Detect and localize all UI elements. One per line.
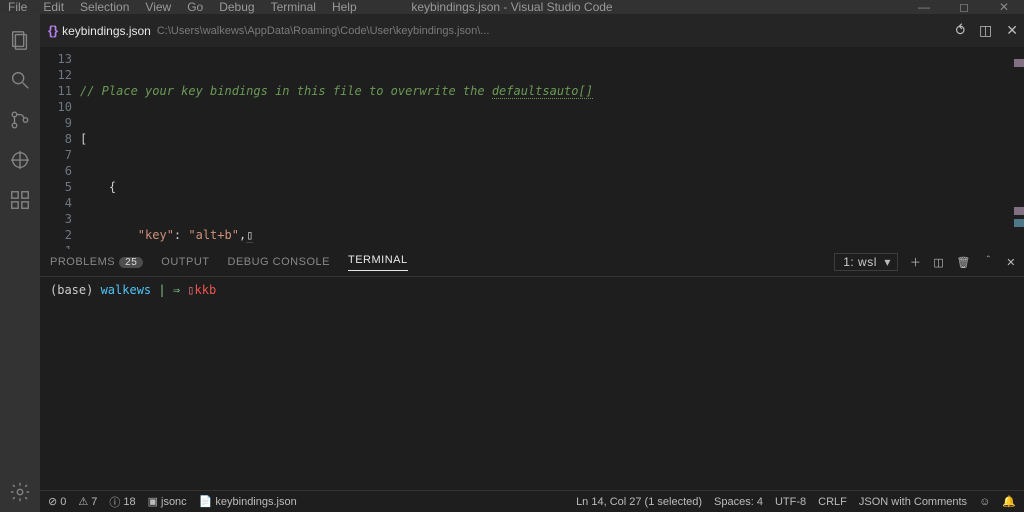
tab-debug-console[interactable]: DEBUG CONSOLE [228, 256, 330, 268]
split-editor-icon[interactable]: ◫ [979, 22, 992, 39]
braces-icon: {} [48, 23, 58, 38]
close-icon[interactable]: ✕ [984, 0, 1024, 14]
notifications-icon[interactable]: 🔔 [1002, 495, 1016, 508]
problems-badge: 25 [119, 257, 143, 268]
status-eol[interactable]: CRLF [818, 496, 847, 508]
status-encoding[interactable]: UTF-8 [775, 496, 806, 508]
terminal-body[interactable]: (base) walkews | ⇒ ▯kkb [40, 277, 1024, 491]
status-info[interactable]: ⓘ18 [109, 494, 135, 510]
explorer-icon[interactable] [0, 20, 40, 60]
tab-terminal[interactable]: TERMINAL [348, 254, 408, 271]
status-lang-icon[interactable]: ▣ jsonc [148, 495, 187, 508]
search-icon[interactable] [0, 60, 40, 100]
scrollbar[interactable] [1012, 47, 1024, 249]
feedback-icon[interactable]: ☺ [979, 496, 990, 508]
status-warnings[interactable]: ⚠7 [78, 495, 97, 508]
status-open-file[interactable]: 📄 keybindings.json [199, 495, 297, 508]
menu-go[interactable]: Go [179, 0, 211, 14]
gear-icon[interactable] [0, 472, 40, 512]
tab-filename[interactable]: keybindings.json [62, 24, 151, 38]
status-language[interactable]: JSON with Comments [859, 496, 967, 508]
menu-terminal[interactable]: Terminal [263, 0, 324, 14]
activity-bar [0, 14, 40, 512]
menu-debug[interactable]: Debug [211, 0, 262, 14]
maximize-panel-icon[interactable]: ＾ [983, 254, 995, 270]
status-cursor[interactable]: Ln 14, Col 27 (1 selected) [576, 496, 702, 508]
status-indent[interactable]: Spaces: 4 [714, 496, 763, 508]
kill-terminal-icon[interactable]: 🗑 [956, 256, 970, 269]
status-errors[interactable]: ⊘0 [48, 495, 66, 508]
code-editor[interactable]: 131211 1098 765 432 114 123 // Place you… [40, 47, 1024, 249]
close-tab-icon[interactable]: ✕ [1006, 22, 1018, 39]
line-gutter: 131211 1098 765 432 114 123 [40, 47, 80, 249]
status-bar: ⊘0 ⚠7 ⓘ18 ▣ jsonc 📄 keybindings.json Ln … [40, 490, 1024, 512]
extensions-icon[interactable] [0, 180, 40, 220]
source-control-icon[interactable] [0, 100, 40, 140]
menu-help[interactable]: Help [324, 0, 365, 14]
terminal-input[interactable]: kkb [195, 283, 217, 297]
tab-path: C:\Users\walkews\AppData\Roaming\Code\Us… [157, 25, 490, 37]
tab-problems[interactable]: PROBLEMS25 [50, 256, 143, 268]
terminal-user: walkews [101, 283, 152, 297]
terminal-selector[interactable]: 1: wsl [834, 253, 898, 271]
terminal-prefix: (base) [50, 283, 101, 297]
split-terminal-icon[interactable]: ◫ [933, 256, 944, 269]
menu-view[interactable]: View [137, 0, 179, 14]
minimize-icon[interactable]: — [904, 0, 944, 14]
menu-selection[interactable]: Selection [72, 0, 137, 14]
close-panel-icon[interactable]: ✕ [1006, 256, 1016, 269]
menu-bar: File Edit Selection View Go Debug Termin… [0, 0, 1024, 14]
tab-output[interactable]: OUTPUT [161, 256, 209, 268]
panel-tabs: PROBLEMS25 OUTPUT DEBUG CONSOLE TERMINAL… [40, 249, 1024, 277]
menu-file[interactable]: File [0, 0, 35, 14]
menu-edit[interactable]: Edit [35, 0, 72, 14]
new-terminal-icon[interactable]: ＋ [910, 254, 922, 270]
editor-tab-bar: {} keybindings.json C:\Users\walkews\App… [40, 14, 1024, 47]
open-keybindings-icon[interactable]: ⥀ [955, 22, 965, 39]
debug-icon[interactable] [0, 140, 40, 180]
maximize-icon[interactable]: ◻ [944, 0, 984, 14]
